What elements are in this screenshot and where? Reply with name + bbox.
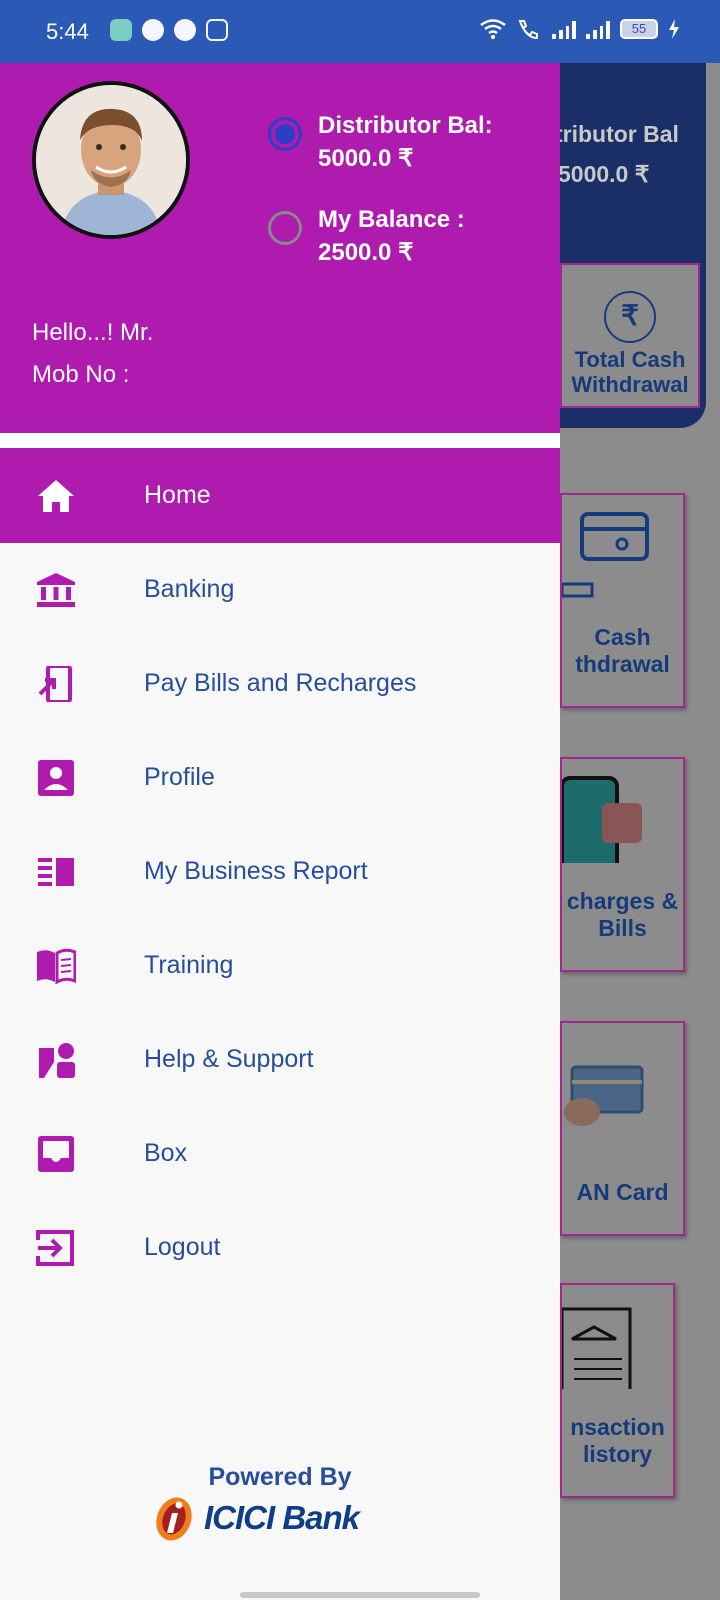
- notification-icons: [110, 19, 228, 41]
- home-icon: [38, 480, 74, 512]
- pan-card-card: AN Card: [560, 1021, 685, 1236]
- menu-item-label: Profile: [144, 763, 215, 791]
- menu-item-business-report[interactable]: My Business Report: [0, 824, 560, 919]
- total-cash-withdrawal-card: ₹ Total Cash Withdrawal: [560, 263, 700, 408]
- pan-card-label: AN Card: [576, 1179, 669, 1205]
- charging-icon: [669, 19, 679, 39]
- status-bar: 5:44 55: [0, 0, 720, 63]
- mobile-recharge-icon: [562, 776, 642, 863]
- profile-icon: [38, 760, 74, 796]
- header-divider: [0, 433, 560, 448]
- powered-by-label: Powered By: [208, 1463, 352, 1491]
- menu-item-label: Training: [144, 951, 234, 979]
- menu-item-logout[interactable]: Logout: [0, 1200, 560, 1295]
- total-cash-withdrawal-label: Total Cash Withdrawal: [571, 347, 689, 397]
- distributor-balance-option[interactable]: Distributor Bal: 5000.0 ₹: [268, 109, 493, 175]
- support-icon: [39, 1043, 75, 1078]
- avatar[interactable]: [32, 81, 190, 239]
- logout-icon: [36, 1230, 74, 1266]
- profile-photo: [36, 85, 186, 235]
- menu-item-label: Pay Bills and Recharges: [144, 669, 417, 697]
- my-balance-radio[interactable]: [268, 211, 302, 245]
- distributor-balance-radio[interactable]: [268, 117, 302, 151]
- inbox-icon: [38, 1136, 74, 1172]
- mobile-number-label: Mob No :: [32, 361, 130, 388]
- report-icon: [38, 858, 74, 886]
- greeting-text: Hello...! Mr.: [32, 319, 154, 346]
- background-balance-value: 5000.0 ₹: [558, 161, 650, 187]
- signal-2-icon: [586, 19, 610, 39]
- menu-item-home[interactable]: Home: [0, 448, 560, 543]
- recharges-bills-card: charges & Bills: [560, 757, 685, 972]
- wifi-calling-icon: [518, 20, 538, 40]
- menu-item-label: Help & Support: [144, 1045, 314, 1073]
- rupee-icon: ₹: [604, 291, 656, 343]
- status-time: 5:44: [46, 19, 89, 44]
- menu-item-label: My Business Report: [144, 857, 368, 885]
- menu-item-label: Home: [144, 481, 211, 509]
- my-balance-option[interactable]: My Balance : 2500.0 ₹: [268, 203, 465, 269]
- menu-item-profile[interactable]: Profile: [0, 730, 560, 825]
- drawer-header: Distributor Bal: 5000.0 ₹ My Balance : 2…: [0, 63, 560, 433]
- navigation-drawer: Distributor Bal: 5000.0 ₹ My Balance : 2…: [0, 63, 560, 1600]
- menu-item-label: Banking: [144, 575, 235, 603]
- network-app-icon: [174, 19, 196, 41]
- bank-icon: [37, 573, 75, 607]
- recharges-bills-label: charges & Bills: [566, 888, 679, 941]
- menu-item-help-support[interactable]: Help & Support: [0, 1012, 560, 1107]
- cash-withdrawal-icon: [562, 512, 649, 598]
- book-icon: [37, 948, 76, 984]
- battery-icon: 55: [620, 19, 658, 39]
- app-notification-icon: [110, 19, 132, 41]
- message-icon: [142, 19, 164, 41]
- phone-forward-icon: [38, 666, 72, 702]
- my-balance-value: 2500.0 ₹: [318, 239, 414, 266]
- background-balance-label: tributor Bal: [555, 121, 679, 147]
- wifi-icon: [480, 19, 506, 39]
- menu-item-pay-bills[interactable]: Pay Bills and Recharges: [0, 636, 560, 731]
- cash-withdrawal-label: Cash thdrawal: [575, 624, 670, 677]
- icici-bank-text: ICICI Bank: [204, 1499, 360, 1536]
- distributor-balance-label: Distributor Bal:: [318, 112, 493, 139]
- transaction-history-icon: [562, 1307, 632, 1389]
- transaction-history-card: nsaction listory: [560, 1283, 675, 1498]
- instagram-icon: [206, 19, 228, 41]
- cash-withdrawal-card: Cash thdrawal: [560, 493, 685, 708]
- menu-item-label: Logout: [144, 1233, 221, 1261]
- gesture-bar[interactable]: [240, 1592, 480, 1598]
- menu-item-training[interactable]: Training: [0, 918, 560, 1013]
- card-payment-icon: [564, 1065, 644, 1126]
- menu-item-banking[interactable]: Banking: [0, 542, 560, 637]
- menu-item-label: Box: [144, 1139, 188, 1167]
- my-balance-label: My Balance :: [318, 206, 465, 233]
- distributor-balance-value: 5000.0 ₹: [318, 145, 414, 172]
- signal-1-icon: [552, 19, 576, 39]
- system-icons: 55: [480, 18, 680, 40]
- icici-bank-logo: ICICI Bank: [152, 1493, 360, 1543]
- menu-item-box[interactable]: Box: [0, 1106, 560, 1201]
- icici-logo-icon: [156, 1497, 192, 1541]
- transaction-history-label: nsaction listory: [570, 1414, 665, 1467]
